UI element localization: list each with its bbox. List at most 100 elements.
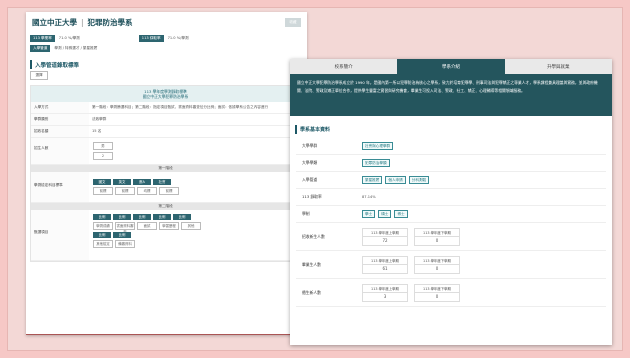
row-label: 大學學群	[302, 143, 318, 148]
rate-value: 87.14%	[362, 195, 376, 199]
row-value: 繁星推薦 個人申請 分科測驗	[362, 176, 606, 184]
dept-name: 犯罪防治學系	[87, 17, 133, 27]
data-row: 入學管道 繁星推薦 個人申請 分科測驗	[296, 172, 606, 189]
stat-box: 113 學年度下學期 0	[414, 227, 460, 246]
subject-head: 社會	[153, 179, 171, 185]
data-row: 學制 學士 碩士 博士	[296, 206, 606, 223]
item-head: 比例	[173, 214, 191, 220]
admission-table: 113 學年度學測錄取標準 國立中正大學犯罪防治學系 入學方式 第一階段：學測篩…	[30, 85, 301, 262]
item-value: 其他檢定	[93, 240, 113, 248]
table-row: 學測檢定科目標準 國文 英文 數A 社會 前標 前標 均標 前標	[31, 172, 300, 203]
stat-value: 0	[435, 266, 439, 271]
item-value: 學習歷程	[159, 222, 179, 230]
stat-head: 113 學年度下學期	[415, 257, 459, 265]
row-label: 僑生新人數	[302, 289, 321, 295]
row-label: 大學學類	[302, 160, 318, 165]
row-value: 第一階段：學測篩選科目；第二階段：指定項目甄試，書面資料審查佔分比例；面試：依據…	[92, 105, 269, 109]
item-head: 比例	[133, 214, 151, 220]
title-separator: |	[81, 17, 84, 27]
info-row-1: 113 學業率 71.0 %/學測 113 錄取率 71.0 %/學測	[30, 34, 307, 42]
stat-value: 0	[435, 238, 439, 243]
data-row: 113 錄取率 87.14%	[296, 189, 606, 206]
stat-box: 113 學年度下學期 0	[414, 283, 460, 302]
row-label: 學制	[302, 211, 310, 216]
stat-value: 72	[382, 238, 388, 243]
stat-value: 3	[383, 294, 387, 299]
table-header-line2: 國立中正大學犯罪防治學系	[142, 94, 189, 99]
row-label: 入學方式	[31, 102, 89, 113]
row-label: 學測檢定科目標準	[31, 172, 89, 202]
stat-box: 113 學年度上學期 72	[362, 227, 408, 246]
table-row: 入學方式 第一階段：學測篩選科目；第二階段：指定項目甄試，書面資料審查佔分比例；…	[31, 102, 300, 114]
row-value: 比例 比例 比例 比例 比例 學測成績 書面資料審查 面試 學習歷程 其他	[89, 210, 300, 260]
count-head: 男	[93, 142, 113, 150]
table-row: 學群類別 法政學群	[31, 114, 300, 126]
tab-overview[interactable]: 校系簡介	[290, 59, 397, 74]
info-tag: 113 學業率	[30, 34, 55, 42]
table-row: 甄選項目 比例 比例 比例 比例 比例 學測成績 書面資料審查	[31, 210, 300, 261]
row-value: 113 學年度上學期 3 113 學年度下學期 0	[362, 283, 606, 302]
right-page-screenshot: 校系簡介 學系介紹 升學與就業 國立中正大學犯罪防治學系成立於 1990 年，是…	[290, 59, 612, 345]
subject-head: 英文	[113, 179, 131, 185]
info-value: 71.0 %/學測	[58, 35, 80, 40]
subject-head: 數A	[133, 179, 151, 185]
stat-head: 113 學年度上學期	[363, 285, 407, 293]
school-name: 國立中正大學	[32, 17, 77, 27]
row-label: 招收名額	[31, 126, 89, 137]
left-page-screenshot: 國立中正大學 | 犯罪防治學系 收藏 113 學業率 71.0 %/學測 113…	[26, 12, 307, 335]
data-row: 招收新生人數 113 學年度上學期 72 113 學年度下學期 0	[296, 223, 606, 251]
stat-box: 113 學年度上學期 3	[362, 283, 408, 302]
subject-grid: 國文 英文 數A 社會 前標 前標 均標 前標	[92, 175, 297, 196]
row-label: 入學管道	[302, 177, 318, 182]
row-label: 招生人數	[31, 138, 89, 164]
item-value: 學測成績	[93, 222, 113, 230]
subject-value: 均標	[137, 187, 157, 195]
subject-value: 前標	[115, 187, 135, 195]
row-value: 113 學年度上學期 61 113 學年度下學期 0	[362, 255, 606, 274]
chip[interactable]: 繁星推薦	[362, 176, 383, 184]
chip[interactable]: 碩士	[378, 210, 392, 218]
row-value: 學士 碩士 博士	[362, 210, 606, 218]
table-header: 113 學年度學測錄取標準 國立中正大學犯罪防治學系	[31, 86, 300, 102]
select-button[interactable]: 選擇	[30, 71, 48, 80]
row-label: 甄選項目	[31, 210, 89, 260]
stat-box: 113 學年度下學期 0	[414, 255, 460, 274]
chip[interactable]: 個人申請	[385, 176, 406, 184]
favorite-button[interactable]: 收藏	[285, 18, 301, 27]
row-value: 國文 英文 數A 社會 前標 前標 均標 前標	[89, 172, 300, 202]
item-value: 其他	[181, 222, 201, 230]
row-value: 犯罪防治學類	[362, 159, 606, 167]
chip[interactable]: 學士	[362, 210, 376, 218]
chip[interactable]: 博士	[394, 210, 408, 218]
row-value: 113 學年度上學期 72 113 學年度下學期 0	[362, 227, 606, 246]
chip[interactable]: 社會與心理學群	[362, 142, 394, 150]
row-value: 男 2	[89, 138, 300, 164]
data-row: 大學學群 社會與心理學群	[296, 138, 606, 155]
tab-dept-intro[interactable]: 學系介紹	[397, 59, 505, 74]
data-row: 畢業生人數 113 學年度上學期 61 113 學年度下學期 0	[296, 251, 606, 279]
data-row: 僑生新人數 113 學年度上學期 3 113 學年度下學期 0	[296, 279, 606, 307]
stat-head: 113 學年度上學期	[363, 257, 407, 265]
chip[interactable]: 分科測驗	[408, 176, 430, 184]
item-head: 比例	[113, 232, 131, 238]
tab-career[interactable]: 升學與就業	[505, 59, 612, 74]
item-head: 比例	[93, 214, 111, 220]
info-value: 71.0 %/學測	[167, 35, 189, 40]
dept-description: 國立中正大學犯罪防治學系成立於 1990 年，是國內第一所以犯罪防治為核心之學系…	[290, 74, 612, 116]
info-row-2: 入學管道 學測 / 特殊選才 / 繁星推薦	[30, 44, 307, 52]
stat-head: 113 學年度下學期	[415, 229, 459, 237]
row-label: 招收新生人數	[302, 233, 325, 239]
page-header: 國立中正大學 | 犯罪防治學系	[30, 12, 307, 32]
item-head: 比例	[153, 214, 171, 220]
row-label: 學群類別	[31, 114, 89, 125]
subject-head: 國文	[93, 179, 111, 185]
row-value: 87.14%	[362, 195, 606, 199]
item-head: 比例	[93, 232, 111, 238]
row-value: 15 名	[92, 129, 102, 133]
item-head: 比例	[113, 214, 131, 220]
info-tag: 113 錄取率	[138, 34, 164, 42]
chip[interactable]: 犯罪防治學類	[362, 159, 390, 167]
data-row: 大學學類 犯罪防治學類	[296, 155, 606, 172]
stat-value: 61	[382, 266, 388, 271]
stat-head: 113 學年度上學期	[363, 229, 407, 237]
